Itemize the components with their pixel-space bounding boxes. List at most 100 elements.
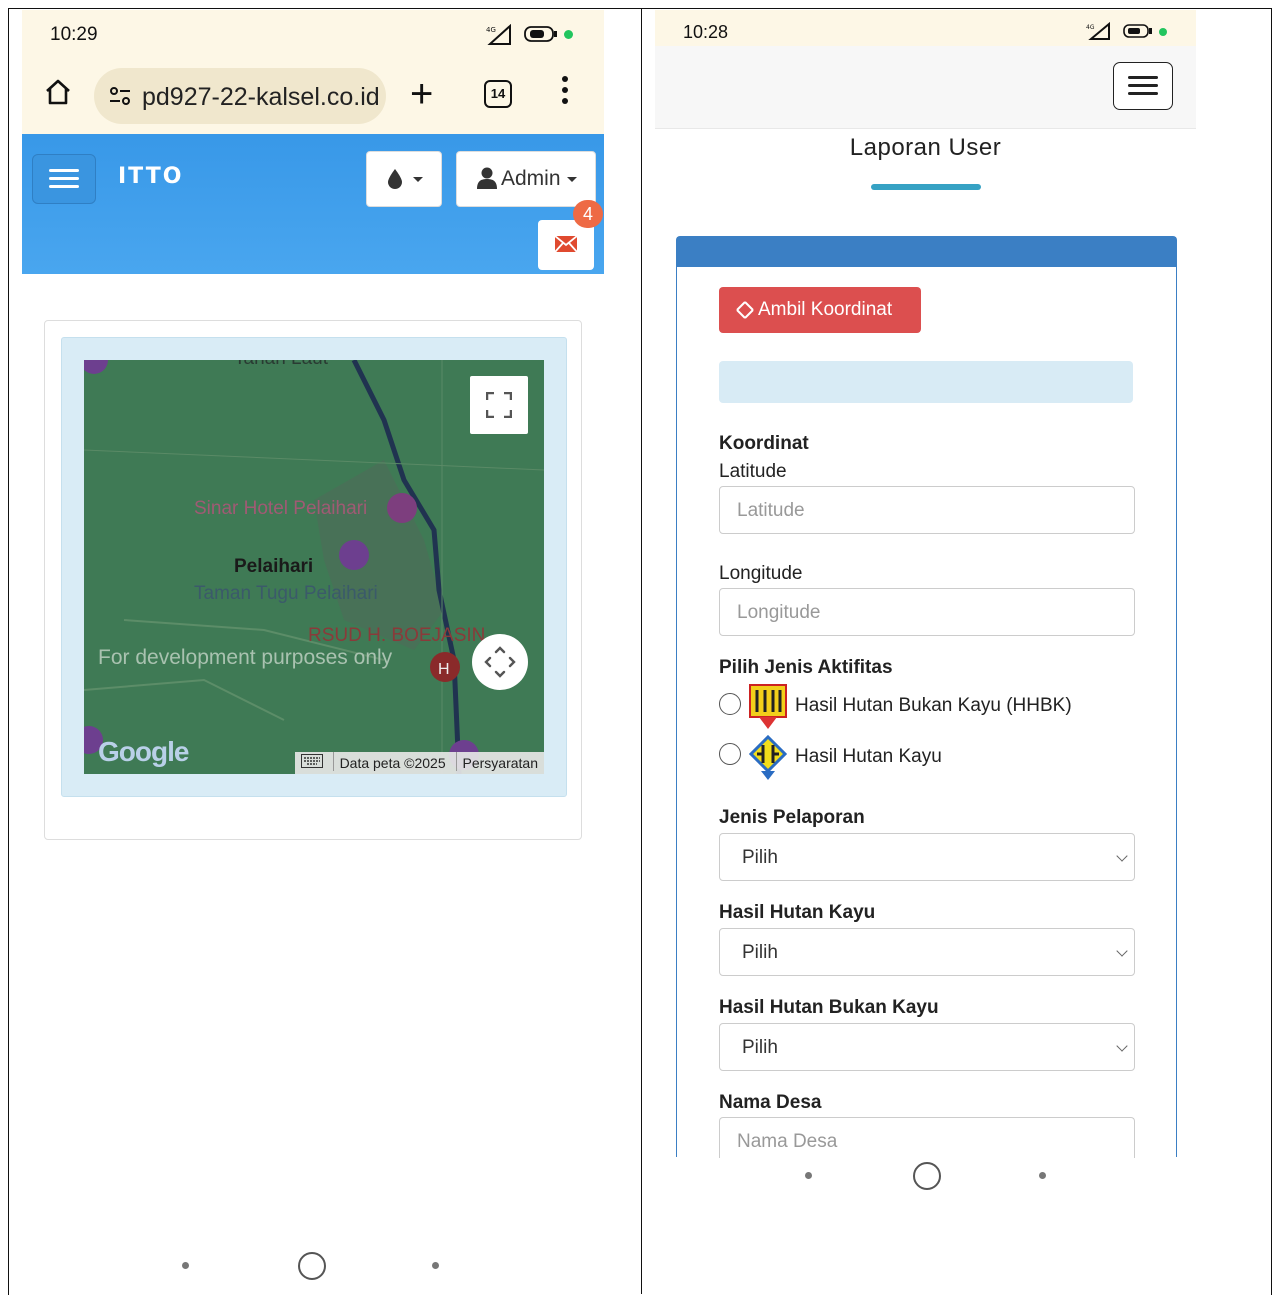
android-nav-bar [655, 1156, 1196, 1196]
jenis-pelaporan-label: Jenis Pelaporan [719, 807, 865, 828]
brand-logo[interactable]: ITTO [118, 164, 183, 189]
notification-badge: 4 [573, 200, 603, 228]
card-header [677, 237, 1176, 267]
envelope-icon [555, 236, 577, 252]
more-menu-icon[interactable] [562, 76, 570, 109]
back-nav-icon[interactable] [805, 1172, 812, 1179]
map-label-city: Pelaihari [234, 556, 314, 577]
status-bar: 10:28 4G [655, 10, 1196, 46]
aktifitas-heading: Pilih Jenis Aktifitas [719, 657, 893, 678]
hasil-bukan-kayu-select[interactable]: Pilih [719, 1023, 1135, 1071]
jenis-pelaporan-value: Pilih [742, 847, 778, 868]
panel-divider [641, 8, 642, 1294]
admin-label: Admin [501, 167, 561, 190]
map-label-hospital: RSUD H. BOEJASIN [308, 625, 486, 646]
signal-icon: 4G [486, 24, 511, 45]
longitude-label: Longitude [719, 563, 803, 584]
nama-desa-label: Nama Desa [719, 1092, 822, 1113]
svg-text:H: H [438, 661, 450, 678]
radio-hhk-label: Hasil Hutan Kayu [795, 746, 942, 767]
home-nav-icon[interactable] [298, 1252, 326, 1280]
hhk-marker-icon [749, 735, 787, 780]
home-nav-icon[interactable] [913, 1162, 941, 1190]
address-bar[interactable]: pd927-22-kalsel.co.id [94, 68, 386, 124]
chevron-down-icon [567, 177, 577, 182]
report-form-card: Ambil Koordinat Koordinat Latitude Latit… [676, 236, 1177, 1158]
signal-icon: 4G [1086, 22, 1110, 40]
battery-icon [1123, 24, 1152, 38]
jenis-pelaporan-select[interactable]: Pilih [719, 833, 1135, 881]
longitude-input[interactable]: Longitude [719, 588, 1135, 636]
fullscreen-icon [486, 392, 512, 418]
radio-hhbk[interactable] [719, 693, 741, 715]
status-time: 10:28 [683, 22, 729, 42]
coordinate-status-alert [719, 361, 1133, 403]
longitude-placeholder: Longitude [737, 602, 821, 623]
keyboard-icon[interactable] [295, 752, 329, 773]
camera-control-button[interactable] [472, 634, 528, 690]
fullscreen-button[interactable] [470, 376, 528, 434]
hasil-kayu-value: Pilih [742, 942, 778, 963]
radio-hhbk-label: Hasil Hutan Bukan Kayu (HHBK) [795, 695, 1072, 716]
latitude-input[interactable]: Latitude [719, 486, 1135, 534]
back-nav-icon[interactable] [182, 1262, 189, 1269]
hasil-kayu-select[interactable]: Pilih [719, 928, 1135, 976]
chevron-down-icon [413, 177, 423, 182]
crosshair-icon [736, 301, 754, 319]
map-data-credit: Data peta ©2025 [332, 752, 452, 771]
status-time: 10:29 [50, 24, 98, 45]
chevron-down-icon [1116, 850, 1128, 862]
koordinat-heading: Koordinat [719, 433, 809, 454]
terms-link[interactable]: Persyaratan [455, 752, 544, 771]
battery-icon [524, 26, 557, 42]
dev-watermark: For development purposes only [98, 646, 393, 669]
chevron-down-icon [1116, 945, 1128, 957]
nama-desa-placeholder: Nama Desa [737, 1131, 838, 1152]
new-tab-icon[interactable]: + [410, 74, 433, 114]
page-title: Laporan User [849, 134, 1002, 161]
hasil-bukan-kayu-value: Pilih [742, 1037, 778, 1058]
tab-switcher-button[interactable]: 14 [484, 80, 512, 108]
map-label-park: Taman Tugu Pelaihari [194, 583, 378, 604]
app-navbar: ITTO Admin 4 [22, 134, 604, 274]
map-well: H Tanah Laut Sinar Hotel Pelaihari Pelai… [61, 337, 567, 797]
android-nav-bar [22, 1246, 604, 1286]
title-underline [871, 184, 981, 190]
theme-dropdown-button[interactable] [366, 151, 442, 207]
url-text: pd927-22-kalsel.co.id [142, 83, 380, 111]
menu-toggle-button[interactable] [1113, 62, 1173, 110]
ambil-koordinat-button[interactable]: Ambil Koordinat [719, 287, 921, 333]
user-icon [477, 167, 497, 189]
hasil-bukan-kayu-label: Hasil Hutan Bukan Kayu [719, 997, 939, 1018]
sidebar-toggle-button[interactable] [32, 154, 96, 204]
map-panel: H Tanah Laut Sinar Hotel Pelaihari Pelai… [44, 320, 582, 840]
nama-desa-input[interactable]: Nama Desa [719, 1117, 1135, 1158]
hhbk-marker-icon [749, 684, 787, 729]
site-navbar [655, 46, 1196, 129]
privacy-dot-icon [1159, 28, 1167, 36]
svg-text:4G: 4G [1086, 24, 1095, 31]
latitude-label: Latitude [719, 461, 787, 482]
site-settings-icon[interactable] [108, 84, 132, 108]
privacy-dot-icon [564, 30, 573, 39]
map-label-top: Tanah Laut [234, 360, 328, 370]
right-phone-screen: 10:28 4G Laporan User Ambil Koordinat Ko… [655, 10, 1196, 1294]
admin-dropdown-button[interactable]: Admin [456, 151, 596, 207]
map-attribution: Data peta ©2025 Persyaratan [294, 752, 544, 774]
hasil-kayu-label: Hasil Hutan Kayu [719, 902, 876, 923]
browser-toolbar: pd927-22-kalsel.co.id + 14 [22, 58, 604, 134]
latitude-placeholder: Latitude [737, 500, 805, 521]
home-icon[interactable] [44, 78, 72, 106]
recents-nav-icon[interactable] [1039, 1172, 1046, 1179]
google-map[interactable]: H Tanah Laut Sinar Hotel Pelaihari Pelai… [84, 360, 544, 774]
left-phone-screen: 10:29 4G pd927-22-kalsel.co.id + 14 ITTO… [22, 10, 604, 1294]
svg-text:4G: 4G [486, 26, 496, 34]
pan-arrows-icon [484, 646, 516, 678]
status-bar: 10:29 4G [22, 10, 604, 58]
radio-hhk[interactable] [719, 743, 741, 765]
google-logo: Google [98, 736, 189, 767]
ambil-koordinat-label: Ambil Koordinat [758, 299, 893, 320]
chevron-down-icon [1116, 1040, 1128, 1052]
droplet-icon [388, 169, 402, 189]
recents-nav-icon[interactable] [432, 1262, 439, 1269]
